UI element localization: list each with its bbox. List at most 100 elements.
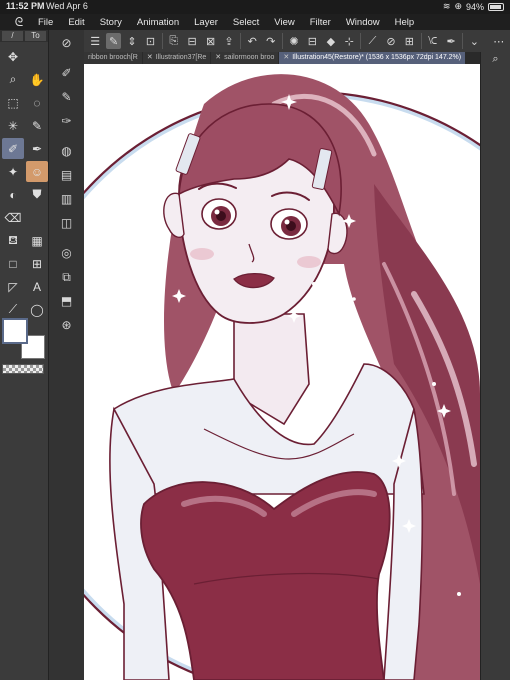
pen-tool-icon[interactable]: ✐ xyxy=(2,138,24,159)
arrows-updown-icon[interactable]: ⇕ xyxy=(125,33,139,49)
toolbar-divider-3 xyxy=(281,33,283,49)
tab-illustration45[interactable]: ✕ Illustration45(Restore)* (1536 x 1536p… xyxy=(279,52,466,64)
artwork-illustration xyxy=(84,74,480,680)
status-date: Wed Apr 6 xyxy=(46,1,88,11)
close-icon[interactable]: ✕ xyxy=(147,52,153,64)
airbrush-icon[interactable]: ⛊ xyxy=(26,184,48,205)
lock-rotation-icon: ⊕ xyxy=(454,1,462,11)
edit-mode-icon[interactable]: ✎ xyxy=(106,33,121,49)
brush-size-icon[interactable]: ✎ xyxy=(54,86,80,108)
zoom-icon[interactable]: ⌕ xyxy=(2,69,24,90)
correction-icon[interactable]: ⟈ xyxy=(425,33,439,49)
material-icon[interactable]: ◎ xyxy=(54,242,80,264)
menu-edit[interactable]: Edit xyxy=(68,17,84,28)
color-picker-icon[interactable]: ☺ xyxy=(26,161,48,182)
menu-view[interactable]: View xyxy=(274,17,294,28)
menu-file[interactable]: File xyxy=(38,17,53,28)
color-history-icon[interactable]: ▤ xyxy=(54,164,80,186)
menu-filter[interactable]: Filter xyxy=(310,17,331,28)
app-logo-icon[interactable]: ᘓ xyxy=(0,15,38,30)
brush-icon[interactable]: ✒ xyxy=(26,138,48,159)
gradient-icon[interactable]: ▦ xyxy=(26,230,48,251)
sparkle-dot xyxy=(352,297,356,301)
move-icon[interactable]: ✥ xyxy=(2,46,24,67)
object-select-icon[interactable]: ⬚ xyxy=(2,92,24,113)
menu-select[interactable]: Select xyxy=(233,17,259,28)
blank-tool-slot xyxy=(26,46,48,67)
menu-animation[interactable]: Animation xyxy=(137,17,179,28)
foreground-color-swatch[interactable] xyxy=(2,318,28,344)
status-indicators: ≋ ⊕ 94% xyxy=(443,1,504,12)
figure-icon[interactable]: □ xyxy=(2,253,24,274)
loading-icon[interactable]: ✺ xyxy=(287,33,301,49)
tab-label: ribbon brooch[R xyxy=(88,54,138,61)
toolbar-divider-6 xyxy=(462,33,464,49)
brush-correction-icon[interactable]: ✒ xyxy=(444,33,458,49)
right-panel-strip: ⌕ xyxy=(480,52,510,680)
tab-sailormoon-brooch[interactable]: ✕ sailormoon broo xyxy=(211,52,279,64)
correct-line-icon[interactable]: ⟋ xyxy=(2,299,24,320)
tab-illustration37[interactable]: ✕ Illustration37[Re xyxy=(142,52,211,64)
more-options-icon[interactable]: ⋯ xyxy=(492,33,506,49)
tool-panel-header: / To xyxy=(0,30,48,42)
close-icon[interactable]: ✕ xyxy=(283,52,289,64)
blend-icon[interactable]: ◐ xyxy=(2,184,24,205)
menu-bar: ᘓ File Edit Story Animation Layer Select… xyxy=(0,14,510,30)
toolbar-divider xyxy=(161,33,163,49)
drawing-canvas[interactable] xyxy=(84,64,480,680)
lasso-icon[interactable]: ◌ xyxy=(26,92,48,113)
tool-panel-tab-left[interactable]: / xyxy=(2,31,23,41)
close-icon[interactable]: ✕ xyxy=(215,52,221,64)
fill-selection-icon[interactable]: ◆ xyxy=(324,33,338,49)
fill-icon[interactable]: ⛾ xyxy=(2,230,24,251)
eye-right-shine xyxy=(284,219,290,225)
open-icon[interactable]: ⊟ xyxy=(185,33,199,49)
menu-layer[interactable]: Layer xyxy=(194,17,218,28)
tab-ribbon-brooch[interactable]: ribbon brooch[R xyxy=(84,52,142,64)
tool-panel: / To ✥ ⌕ ✋ ⬚ ◌ ✳ ✎ ✐ ✒ ✦ ☺ ◐ ⛊ ⌫ ⛾ ▦ □ ⊞… xyxy=(0,30,48,680)
balloon-icon[interactable]: ◯ xyxy=(26,299,48,320)
clear-icon[interactable]: ⊟ xyxy=(305,33,319,49)
quick-access-icon[interactable]: ⊡ xyxy=(143,33,157,49)
color-circle-icon[interactable]: ✑ xyxy=(54,110,80,132)
eraser-icon[interactable]: ⌫ xyxy=(2,207,24,228)
undo-icon[interactable]: ↶ xyxy=(245,33,259,49)
tab-label: Illustration45(Restore)* (1536 x 1536px … xyxy=(292,54,462,61)
dropdown-chevron-icon[interactable]: ⌄ xyxy=(467,33,481,49)
eyedropper-icon[interactable]: ✎ xyxy=(26,115,48,136)
sub-tool-icon[interactable]: ✐ xyxy=(54,62,80,84)
wifi-icon: ≋ xyxy=(442,1,451,11)
navigator-icon[interactable]: ◫ xyxy=(54,212,80,234)
export-icon[interactable]: ⇪ xyxy=(222,33,236,49)
settings-panel-icon[interactable]: ⊛ xyxy=(54,314,80,336)
ruler-icon[interactable]: ◸ xyxy=(2,276,24,297)
status-time: 11:52 PM xyxy=(6,1,45,11)
color-set-icon[interactable]: ◍ xyxy=(54,140,80,162)
menu-hamburger-icon[interactable]: ☰ xyxy=(88,33,102,49)
tool-panel-tab-right[interactable]: To xyxy=(25,31,46,41)
snap-ruler-icon[interactable]: ⟋ xyxy=(365,33,379,49)
transform-icon[interactable]: ⊹ xyxy=(342,33,356,49)
tool-property-icon[interactable]: ⊘ xyxy=(54,32,80,54)
hand-icon[interactable]: ✋ xyxy=(26,69,48,90)
text-icon[interactable]: A xyxy=(26,276,48,297)
layer-property-icon[interactable]: ▥ xyxy=(54,188,80,210)
search-icon[interactable]: ⌕ xyxy=(485,52,507,66)
snap-grid-icon[interactable]: ⊞ xyxy=(402,33,416,49)
new-file-icon[interactable]: ⎘ xyxy=(167,33,181,49)
tab-label: sailormoon broo xyxy=(224,54,275,61)
layer-search-icon[interactable]: ⬒ xyxy=(54,290,80,312)
auto-select-icon[interactable]: ✳ xyxy=(2,115,24,136)
sparkle-tool-icon[interactable]: ✦ xyxy=(2,161,24,182)
menu-help[interactable]: Help xyxy=(395,17,415,28)
redo-icon[interactable]: ↷ xyxy=(263,33,277,49)
frame-icon[interactable]: ⊞ xyxy=(26,253,48,274)
snap-special-ruler-icon[interactable]: ⊘ xyxy=(384,33,398,49)
transparent-color-swatch[interactable] xyxy=(2,364,44,374)
save-icon[interactable]: ⊠ xyxy=(203,33,217,49)
layers-icon[interactable]: ⧉ xyxy=(54,266,80,288)
menu-story[interactable]: Story xyxy=(100,17,122,28)
menu-window[interactable]: Window xyxy=(346,17,380,28)
blank-tool-slot-2 xyxy=(26,207,48,228)
status-bar: 11:52 PM Wed Apr 6 ≋ ⊕ 94% xyxy=(0,0,510,14)
